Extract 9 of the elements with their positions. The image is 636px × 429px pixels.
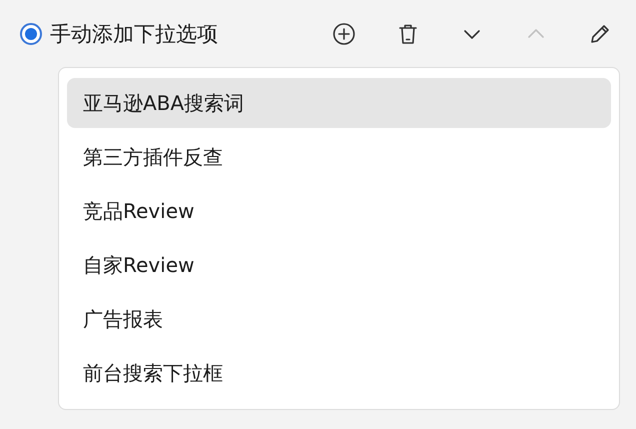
radio-button[interactable] bbox=[20, 23, 42, 45]
list-item[interactable]: 广告报表 bbox=[67, 294, 611, 344]
list-item[interactable]: 竞品Review bbox=[67, 186, 611, 236]
list-item[interactable]: 第三方插件反查 bbox=[67, 132, 611, 182]
plus-circle-icon bbox=[332, 22, 356, 46]
list-item[interactable]: 前台搜索下拉框 bbox=[67, 348, 611, 398]
list-item[interactable]: 亚马逊ABA搜索词 bbox=[67, 78, 611, 128]
radio-label: 手动添加下拉选项 bbox=[50, 21, 219, 48]
list-item[interactable]: 自家Review bbox=[67, 240, 611, 290]
